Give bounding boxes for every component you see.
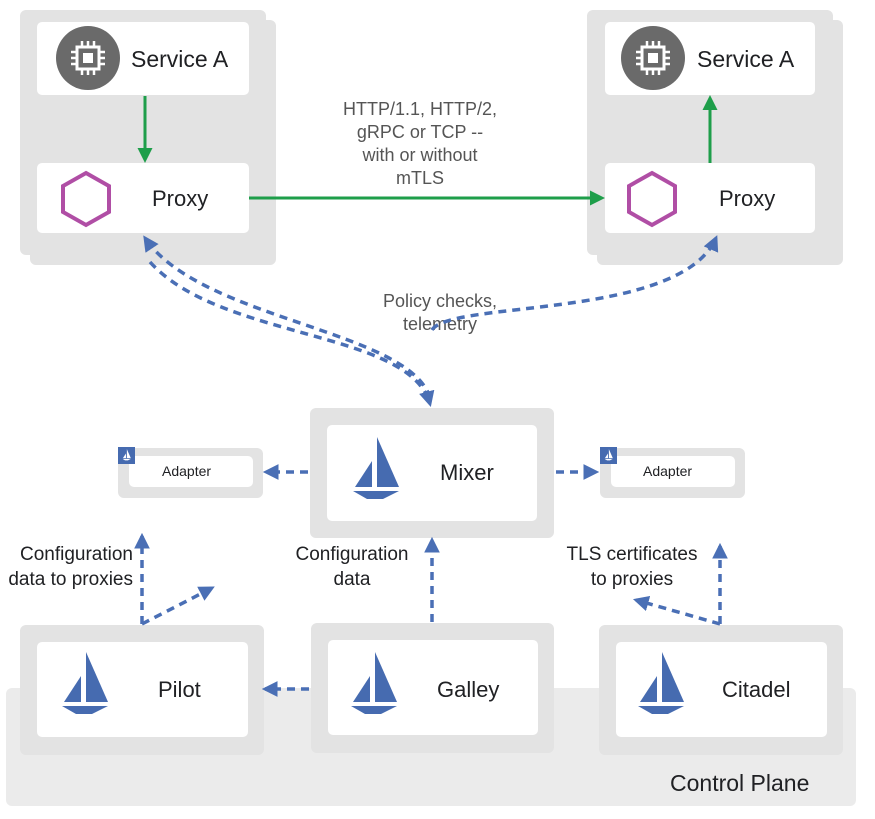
istio-sail-icon [353, 437, 399, 499]
diagram-overlay: polygon [54, 24, 728, 714]
chip-icon [619, 24, 687, 92]
istio-sail-icon [62, 652, 108, 714]
istio-sail-icon [638, 652, 684, 714]
istio-sail-icon [122, 449, 131, 461]
left-proxy-to-mixer-arrow [148, 260, 435, 408]
pilot-config-diag-arrow [141, 586, 215, 626]
mixer-to-left-proxy-arrow [143, 235, 432, 399]
chip-icon [54, 24, 122, 92]
istio-sail-icon [351, 652, 397, 714]
hexagon-icon [627, 171, 677, 227]
citadel-tls-diag-arrow [632, 595, 721, 626]
mixer-to-right-proxy-arrow [430, 235, 719, 332]
hexagon-icon [61, 171, 111, 227]
istio-sail-icon [604, 449, 613, 461]
